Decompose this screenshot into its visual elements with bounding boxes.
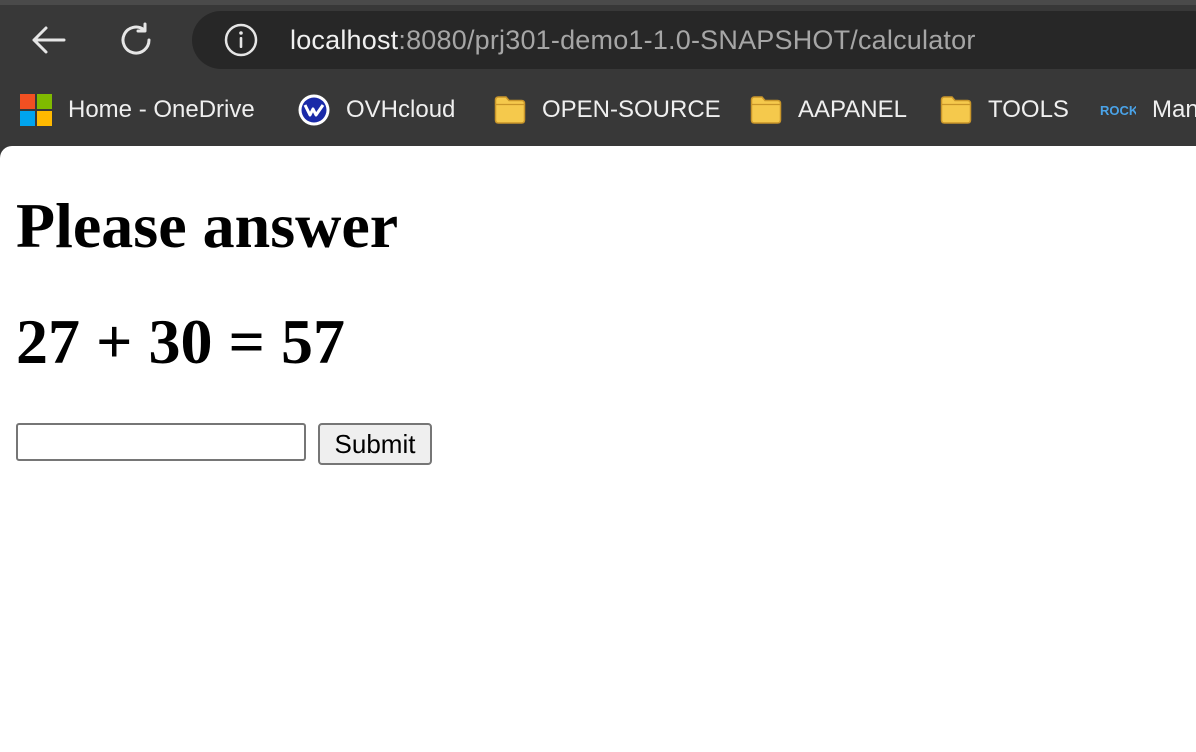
page-title: Please answer xyxy=(16,190,399,261)
browser-toolbar: localhost:8080/prj301-demo1-1.0-SNAPSHOT… xyxy=(0,0,1196,80)
info-icon[interactable] xyxy=(224,23,258,57)
back-button[interactable] xyxy=(26,18,70,62)
bookmark-home-onedrive[interactable]: Home - OneDrive xyxy=(20,92,255,128)
svg-text:ROCK: ROCK xyxy=(1100,103,1136,118)
answer-input[interactable] xyxy=(16,423,306,461)
url-text[interactable]: localhost:8080/prj301-demo1-1.0-SNAPSHOT… xyxy=(290,23,976,57)
bookmark-folder-aapanel[interactable]: AAPANEL xyxy=(750,92,907,128)
bookmark-label: Man xyxy=(1152,96,1196,123)
folder-icon xyxy=(494,95,526,125)
bookmark-label: TOOLS xyxy=(988,96,1069,123)
address-bar[interactable]: localhost:8080/prj301-demo1-1.0-SNAPSHOT… xyxy=(192,11,1196,69)
ovhcloud-logo-icon xyxy=(298,94,330,126)
submit-button[interactable]: Submit xyxy=(318,423,432,465)
bookmarks-bar: Home - OneDrive OVHcloud OPEN-SOURCE AAP… xyxy=(0,80,1196,146)
url-path: :8080/prj301-demo1-1.0-SNAPSHOT/calculat… xyxy=(398,25,976,55)
microsoft-logo-icon xyxy=(20,94,52,126)
back-arrow-icon xyxy=(32,26,66,54)
bookmark-ovhcloud[interactable]: OVHcloud xyxy=(298,92,455,128)
bookmark-man[interactable]: ROCK Man xyxy=(1100,92,1196,128)
folder-icon xyxy=(750,95,782,125)
bookmark-folder-open-source[interactable]: OPEN-SOURCE xyxy=(494,92,721,128)
browser-window: localhost:8080/prj301-demo1-1.0-SNAPSHOT… xyxy=(0,0,1196,752)
bookmark-label: AAPANEL xyxy=(798,96,907,123)
bookmark-label: Home - OneDrive xyxy=(68,96,255,123)
page-content: Please answer 27 + 30 = 57 Submit xyxy=(0,146,1196,752)
reload-button[interactable] xyxy=(114,18,158,62)
folder-icon xyxy=(940,95,972,125)
math-question: 27 + 30 = 57 xyxy=(16,306,345,377)
bookmark-label: OPEN-SOURCE xyxy=(542,96,721,123)
url-host: localhost xyxy=(290,25,399,55)
bookmark-label: OVHcloud xyxy=(346,96,456,123)
bookmark-folder-tools[interactable]: TOOLS xyxy=(940,92,1069,128)
tab-strip-edge xyxy=(0,0,1196,5)
reload-icon xyxy=(121,22,151,55)
rock-logo-icon: ROCK xyxy=(1100,100,1136,120)
